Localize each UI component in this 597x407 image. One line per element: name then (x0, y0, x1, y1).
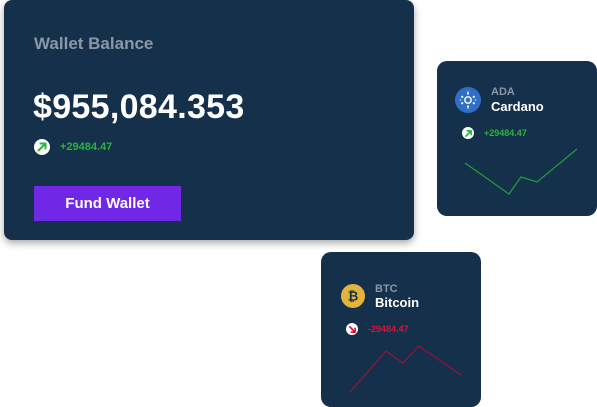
wallet-change-value: +29484.47 (60, 141, 113, 153)
coin-card-btc[interactable]: ₿ BTC Bitcoin -29484.47 (321, 252, 481, 407)
trend-up-icon (34, 139, 50, 155)
ada-sparkline (464, 148, 578, 195)
btc-sparkline (349, 345, 462, 393)
coin-card-ada[interactable]: ADA Cardano +29484.47 (437, 61, 597, 216)
fund-wallet-button[interactable]: Fund Wallet (34, 186, 181, 221)
wallet-balance-card: Wallet Balance $955,084.353 +29484.47 Fu… (4, 0, 414, 240)
wallet-title: Wallet Balance (34, 34, 154, 53)
crypto-dashboard: Wallet Balance $955,084.353 +29484.47 Fu… (0, 0, 597, 407)
wallet-change-row: +29484.47 (34, 139, 112, 155)
wallet-balance-amount: $955,084.353 (33, 88, 245, 126)
